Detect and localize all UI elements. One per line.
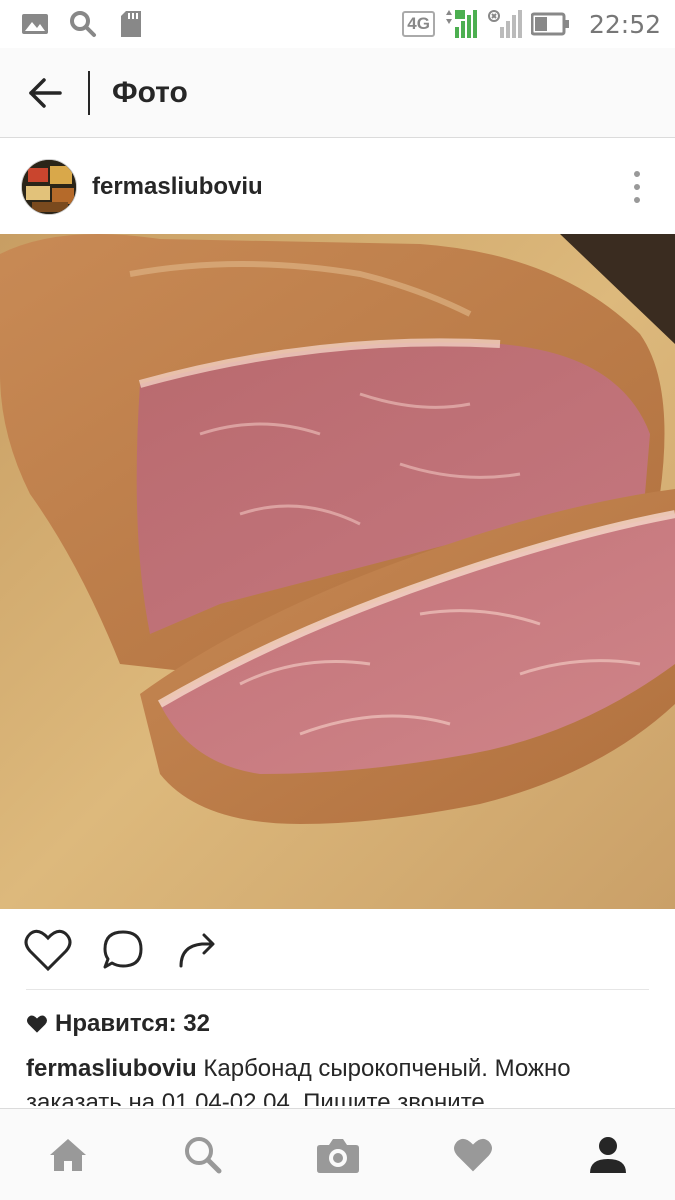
more-dot [634, 184, 640, 190]
network-type: 4G [402, 11, 435, 37]
nav-activity[interactable] [438, 1120, 508, 1190]
back-button[interactable] [15, 63, 75, 123]
nav-search[interactable] [168, 1120, 238, 1190]
caption-username[interactable]: fermasliuboviu [26, 1055, 197, 1082]
comment-button[interactable] [94, 921, 152, 979]
profile-icon [589, 1136, 626, 1173]
header-divider [88, 70, 90, 115]
home-icon [49, 1138, 86, 1171]
search-icon [184, 1136, 221, 1173]
arrow-left-icon [29, 77, 62, 108]
clock: 22:52 [588, 9, 661, 39]
bottom-nav [0, 1108, 675, 1200]
signal-no-sim-icon [487, 9, 523, 39]
post-caption: fermasliuboviu Карбонад сырокопченый. Мо… [26, 1052, 651, 1106]
more-options-button[interactable] [627, 167, 647, 207]
heart-icon [453, 1138, 492, 1171]
actions-divider [26, 989, 649, 990]
app-header: Фото [0, 48, 675, 138]
signal-icon [443, 9, 479, 39]
camera-icon [316, 1138, 359, 1173]
status-bar: 4G 22:52 [0, 0, 675, 48]
more-vertical-icon [634, 171, 640, 177]
page-title: Фото [112, 75, 188, 109]
heart-icon [27, 1015, 47, 1033]
nav-camera[interactable] [303, 1120, 373, 1190]
image-icon [20, 9, 50, 39]
heart-icon [24, 929, 72, 972]
avatar[interactable] [21, 158, 77, 215]
search-icon [68, 9, 98, 39]
battery-icon [530, 9, 571, 39]
post-photo[interactable] [0, 234, 675, 909]
nav-profile[interactable] [573, 1120, 643, 1190]
likes-count[interactable]: Нравится: 32 [26, 1010, 210, 1038]
share-icon [179, 933, 215, 968]
likes-text: Нравится: 32 [55, 1010, 210, 1037]
share-button[interactable] [169, 921, 227, 979]
nav-home[interactable] [33, 1120, 103, 1190]
post-username[interactable]: fermasliuboviu [92, 173, 263, 201]
sd-card-icon [116, 9, 146, 39]
comment-icon [103, 930, 143, 969]
like-button[interactable] [19, 921, 77, 979]
more-dot [634, 197, 640, 203]
post-header: fermasliuboviu [0, 139, 675, 234]
post-actions [0, 909, 675, 991]
